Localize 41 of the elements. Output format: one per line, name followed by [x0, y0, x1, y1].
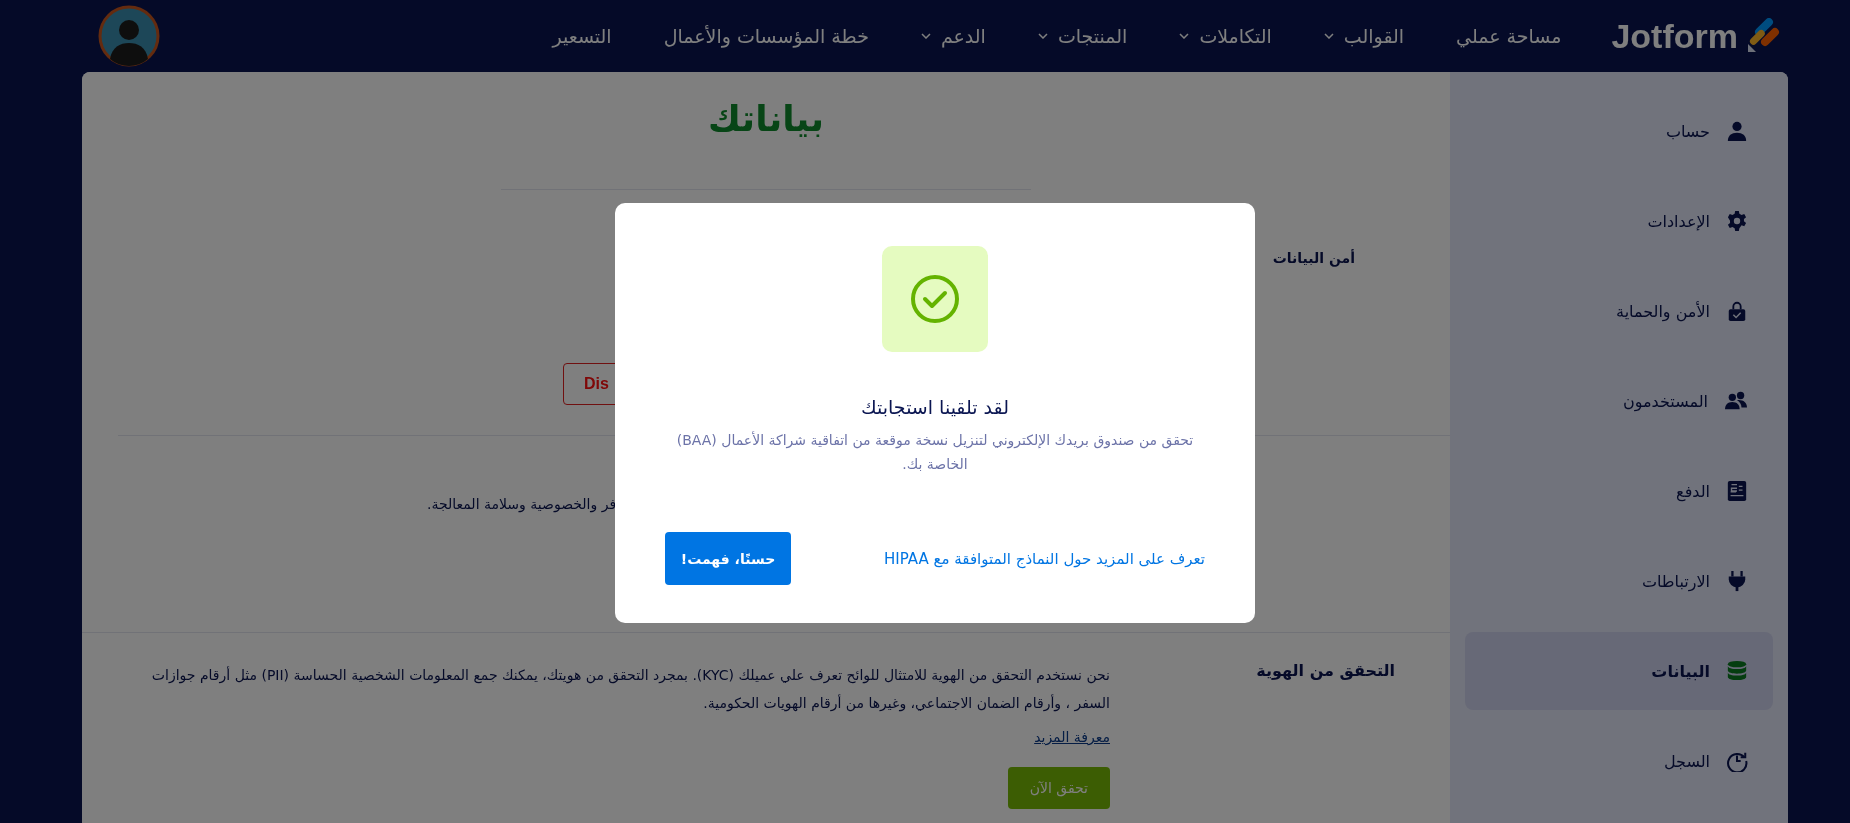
- sidebar-item[interactable]: المستخدمون: [1465, 362, 1773, 440]
- nav-link[interactable]: التسعير: [552, 25, 612, 47]
- confirm-button[interactable]: حسنًا، فهمت!: [665, 532, 791, 585]
- page-title: بياناتك: [708, 98, 824, 139]
- history-icon: [1726, 750, 1748, 772]
- description-text: نحن نستخدم التحقق من الهوية للامتثال للوائح تعرف علي عميلك (KYC). بمجرد التحقق من هويتك، يمكنك جمع المعلومات الشخصية الحساسة (PII) مثل أرقام جوازات السفر ، وأرقام الضمان الاجتماعي، وغيرها من أرقام الهويات الحكومية.: [150, 665, 1110, 714]
- sidebar-item[interactable]: الدفع: [1465, 452, 1773, 530]
- dialog-title: لقد تلقينا استجابتك: [861, 396, 1009, 418]
- hipaa-link[interactable]: تعرف على المزيد حول النماذج المتوافقة مع HIPAA: [884, 549, 1205, 568]
- logo-icon: [1746, 18, 1782, 54]
- dialog-message: تحقق من صندوق بريدك الإلكتروني لتنزيل نسخة موقعة من اتفاقية شراكة الأعمال (BAA) الخاصة بك.: [675, 430, 1195, 474]
- sidebar-item[interactable]: الارتباطات: [1465, 542, 1773, 620]
- caret-icon: [1323, 33, 1334, 39]
- check-circle-icon: [910, 274, 960, 324]
- nav-link[interactable]: القوالب: [1323, 25, 1405, 47]
- avatar[interactable]: [98, 5, 160, 67]
- sidebar-item[interactable]: السجل: [1465, 722, 1773, 800]
- section-heading: التحقق من الهوية: [1255, 661, 1396, 682]
- database-icon: [1726, 660, 1748, 682]
- lock-icon: [1726, 300, 1748, 322]
- invoice-icon: [1726, 480, 1748, 502]
- nav-link[interactable]: التكاملات: [1179, 25, 1272, 47]
- sidebar-item[interactable]: الإعدادات: [1465, 182, 1773, 260]
- learn-more-link[interactable]: معرفة المزيد: [1034, 729, 1110, 745]
- caret-icon: [1037, 33, 1048, 39]
- user-icon: [1726, 120, 1748, 142]
- caret-icon: [920, 33, 931, 39]
- nav-link[interactable]: خطة المؤسسات والأعمال: [663, 25, 869, 47]
- sidebar-item[interactable]: البيانات: [1465, 632, 1773, 710]
- section-heading: أمن البيانات: [1271, 248, 1356, 266]
- description-text: فر والخصوصية وسلامة المعالجة.: [427, 496, 617, 515]
- plug-icon: [1726, 570, 1748, 592]
- users-icon: [1724, 390, 1748, 412]
- sidebar-item[interactable]: حساب: [1465, 92, 1773, 170]
- settings-icon: [1726, 210, 1748, 232]
- caret-icon: [1179, 33, 1190, 39]
- nav-link[interactable]: المنتجات: [1037, 25, 1128, 47]
- nav-link[interactable]: الدعم: [920, 25, 986, 47]
- sidebar-item[interactable]: الأمن والحماية: [1465, 272, 1773, 350]
- jotform-logo[interactable]: Jotform: [1611, 16, 1782, 56]
- nav-link[interactable]: مساحة عملي: [1456, 25, 1562, 47]
